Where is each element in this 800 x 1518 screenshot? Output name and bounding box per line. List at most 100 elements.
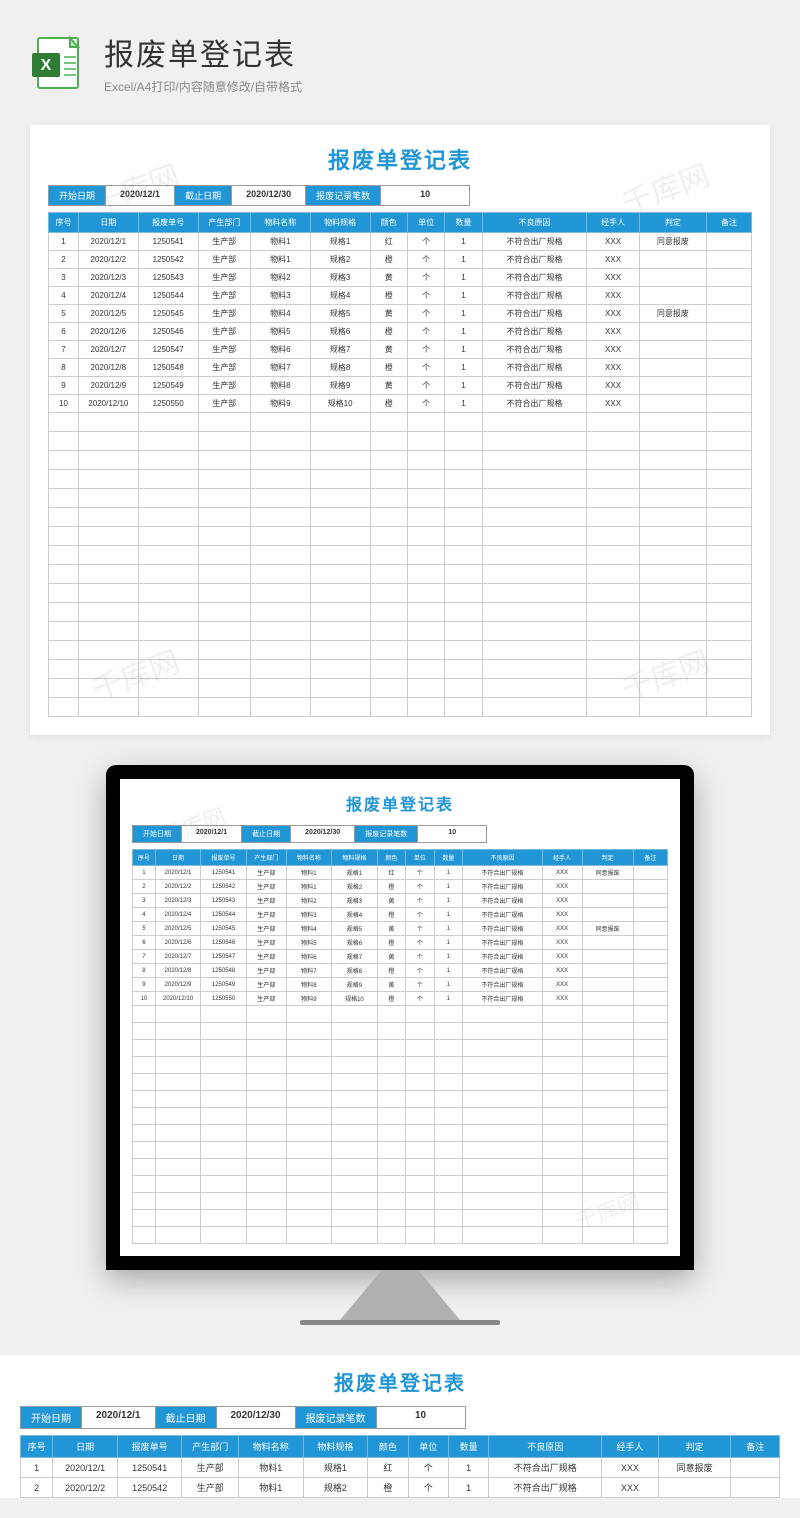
- table-row: 42020/12/41250544生产部物料3规格4橙个1不符合出厂规格XXX: [49, 287, 752, 305]
- page-subtitle: Excel/A4打印/内容随意修改/自带格式: [104, 78, 302, 95]
- excel-file-icon: X: [30, 35, 86, 91]
- table-row: [49, 698, 752, 717]
- table-cell: 2020/12/8: [155, 964, 201, 978]
- table-cell: XXX: [542, 950, 582, 964]
- table-cell: 黄: [370, 377, 407, 395]
- start-date-label: 开始日期: [20, 1406, 82, 1429]
- table-cell: 个: [406, 964, 434, 978]
- table-cell: [639, 287, 706, 305]
- table-cell: 个: [406, 880, 434, 894]
- table-cell: 规格8: [332, 964, 378, 978]
- table-row: 72020/12/71250547生产部物料6规格7黄个1不符合出厂规格XXX: [49, 341, 752, 359]
- table-cell: 1250543: [138, 269, 198, 287]
- table-cell: 红: [368, 1458, 408, 1478]
- table-cell: 规格4: [310, 287, 370, 305]
- table-cell: 不符合出厂规格: [463, 964, 543, 978]
- column-header: 不良原因: [482, 213, 587, 233]
- table-row: [49, 432, 752, 451]
- table-cell: 规格2: [310, 251, 370, 269]
- column-header: 物料名称: [286, 850, 332, 866]
- table-cell: 个: [406, 978, 434, 992]
- table-row: 12020/12/11250541生产部物料1规格1红个1不符合出厂规格XXX同…: [21, 1458, 780, 1478]
- table-cell: 规格6: [310, 323, 370, 341]
- table-cell: XXX: [542, 992, 582, 1006]
- table-cell: 不符合出厂规格: [463, 978, 543, 992]
- table-cell: 3: [133, 894, 156, 908]
- table-cell: 生产部: [198, 305, 250, 323]
- table-header-row: 序号日期报废单号产生部门物料名称物料规格颜色单位数量不良原因经手人判定备注: [21, 1436, 780, 1458]
- bottom-preview: 报废单登记表 开始日期 2020/12/1 截止日期 2020/12/30 报废…: [0, 1355, 800, 1498]
- table-cell: 1: [133, 866, 156, 880]
- table-cell: 1: [434, 880, 462, 894]
- table-cell: XXX: [602, 1478, 659, 1498]
- table-cell: 1250550: [201, 992, 247, 1006]
- table-cell: 7: [133, 950, 156, 964]
- table-cell: 规格2: [332, 880, 378, 894]
- table-cell: [639, 341, 706, 359]
- column-header: 产生部门: [198, 213, 250, 233]
- table-row: [133, 1091, 668, 1108]
- table-row: 92020/12/91250549生产部物料8规格9黄个1不符合出厂规格XXX: [133, 978, 668, 992]
- table-cell: 物料8: [286, 978, 332, 992]
- table-cell: 个: [406, 866, 434, 880]
- table-cell: 个: [406, 894, 434, 908]
- table-cell: 物料1: [239, 1478, 304, 1498]
- svg-text:X: X: [41, 57, 52, 74]
- table-cell: 2020/12/6: [155, 936, 201, 950]
- column-header: 序号: [49, 213, 79, 233]
- filter-bar: 开始日期 2020/12/1 截止日期 2020/12/30 报废记录笔数 10: [132, 825, 668, 843]
- table-cell: 4: [133, 908, 156, 922]
- end-date-label: 截止日期: [242, 825, 291, 843]
- table-cell: 不符合出厂规格: [482, 287, 587, 305]
- table-cell: 生产部: [246, 964, 286, 978]
- table-row: [133, 1040, 668, 1057]
- table-cell: 6: [133, 936, 156, 950]
- table-cell: 9: [133, 978, 156, 992]
- table-cell: 个: [407, 269, 444, 287]
- table-cell: 1250541: [117, 1458, 182, 1478]
- table-cell: [633, 922, 667, 936]
- table-row: 42020/12/41250544生产部物料3规格4橙个1不符合出厂规格XXX: [133, 908, 668, 922]
- table-cell: 1250549: [201, 978, 247, 992]
- table-cell: 1: [434, 894, 462, 908]
- table-cell: 3: [49, 269, 79, 287]
- column-header: 经手人: [587, 213, 639, 233]
- table-cell: 黄: [377, 922, 405, 936]
- table-cell: 生产部: [246, 922, 286, 936]
- table-cell: 物料4: [250, 305, 310, 323]
- table-cell: 物料5: [286, 936, 332, 950]
- table-row: [133, 1108, 668, 1125]
- table-cell: 1250546: [138, 323, 198, 341]
- table-cell: 生产部: [246, 978, 286, 992]
- table-cell: 物料1: [250, 251, 310, 269]
- table-cell: 规格3: [332, 894, 378, 908]
- table-cell: [639, 395, 706, 413]
- table-cell: 物料1: [286, 866, 332, 880]
- table-row: [133, 1176, 668, 1193]
- column-header: 判定: [658, 1436, 731, 1458]
- column-header: 报废单号: [138, 213, 198, 233]
- table-cell: 橙: [377, 908, 405, 922]
- table-row: 72020/12/71250547生产部物料6规格7黄个1不符合出厂规格XXX: [133, 950, 668, 964]
- table-cell: 个: [406, 992, 434, 1006]
- table-cell: XXX: [602, 1458, 659, 1478]
- table-row: [49, 470, 752, 489]
- table-cell: 2020/12/2: [78, 251, 138, 269]
- table-cell: [633, 978, 667, 992]
- table-cell: 10: [133, 992, 156, 1006]
- column-header: 报废单号: [201, 850, 247, 866]
- table-cell: 不符合出厂规格: [463, 866, 543, 880]
- table-cell: 物料4: [286, 922, 332, 936]
- table-cell: [582, 894, 633, 908]
- table-cell: [639, 251, 706, 269]
- table-row: [49, 584, 752, 603]
- table-cell: 9: [49, 377, 79, 395]
- column-header: 不良原因: [463, 850, 543, 866]
- table-cell: 生产部: [198, 233, 250, 251]
- table-cell: [707, 287, 752, 305]
- table-cell: 个: [407, 395, 444, 413]
- table-cell: 1250542: [117, 1478, 182, 1498]
- table-cell: 生产部: [198, 359, 250, 377]
- table-cell: 物料6: [286, 950, 332, 964]
- table-cell: 同意报废: [658, 1458, 731, 1478]
